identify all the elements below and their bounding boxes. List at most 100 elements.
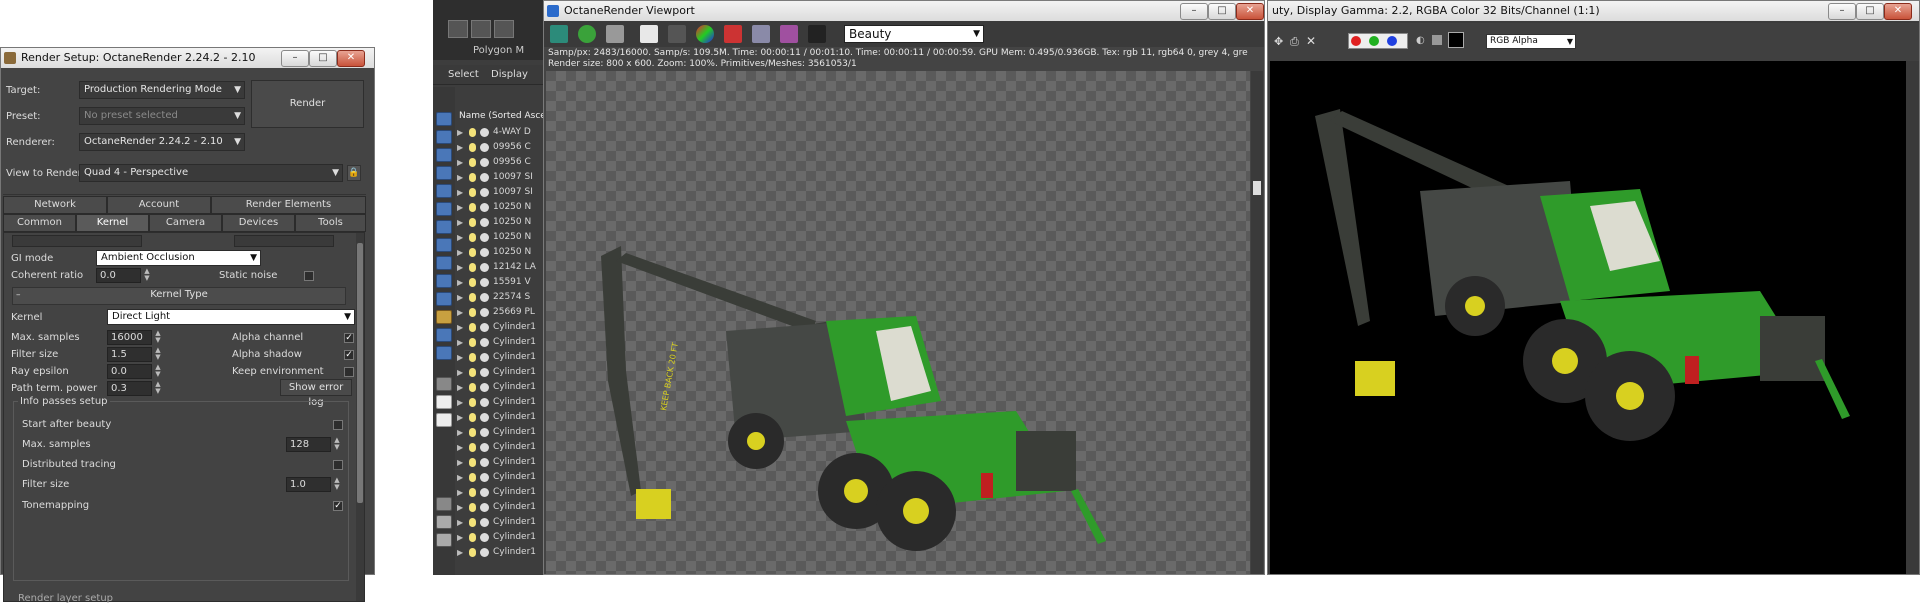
kernel-type-section[interactable]: – Kernel Type (12, 287, 346, 305)
expand-arrow-icon[interactable]: ▶ (457, 260, 463, 275)
lightbulb-icon[interactable] (469, 248, 476, 257)
lightbulb-icon[interactable] (469, 353, 476, 362)
expand-arrow-icon[interactable]: ▶ (457, 530, 463, 545)
swatch-icon[interactable] (1432, 35, 1442, 45)
display-xrefs-icon[interactable] (436, 256, 452, 270)
display-spacewarps-icon[interactable] (436, 220, 452, 234)
lightbulb-icon[interactable] (469, 488, 476, 497)
close-button[interactable]: ✕ (337, 50, 365, 67)
octane-titlebar[interactable]: OctaneRender Viewport (544, 1, 1264, 21)
expand-arrow-icon[interactable]: ▶ (457, 155, 463, 170)
preset-dropdown[interactable]: No preset selected ▼ (79, 107, 245, 125)
expand-arrow-icon[interactable]: ▶ (457, 200, 463, 215)
green-channel-toggle[interactable] (1369, 36, 1379, 46)
monitor-icon[interactable] (752, 25, 770, 43)
layer-icon-2[interactable] (436, 413, 452, 427)
expand-arrow-icon[interactable]: ▶ (457, 350, 463, 365)
expand-arrow-icon[interactable]: ▶ (457, 230, 463, 245)
expand-arrow-icon[interactable]: ▶ (457, 380, 463, 395)
show-error-log-button[interactable]: Show error log (280, 379, 352, 408)
menu-display[interactable]: Display (491, 69, 528, 80)
lightbulb-icon[interactable] (469, 128, 476, 137)
expand-arrow-icon[interactable]: ▶ (457, 320, 463, 335)
lightbulb-icon[interactable] (469, 473, 476, 482)
maximize-button[interactable]: □ (309, 50, 337, 67)
scrollbar-thumb[interactable] (357, 243, 363, 503)
display-frozen-icon[interactable] (436, 310, 452, 324)
expand-arrow-icon[interactable]: ▶ (457, 365, 463, 380)
lightbulb-icon[interactable] (469, 203, 476, 212)
kernel-dropdown[interactable]: Direct Light ▼ (107, 309, 355, 325)
render-pass-dropdown[interactable]: Beauty ▼ (844, 25, 984, 43)
ray-epsilon-input[interactable]: 0.0 (107, 364, 152, 379)
expand-arrow-icon[interactable]: ▶ (457, 455, 463, 470)
close-button[interactable]: ✕ (1236, 3, 1264, 20)
lightbulb-icon[interactable] (469, 458, 476, 467)
tab-render-elements[interactable]: Render Elements (211, 196, 366, 214)
display-helpers-icon[interactable] (436, 202, 452, 216)
alpha-shadow-checkbox[interactable]: ✓ (344, 350, 354, 360)
scrollbar-thumb[interactable] (1253, 181, 1261, 195)
lock-icon[interactable]: 🔒 (347, 165, 361, 181)
target-dropdown[interactable]: Production Rendering Mode ▼ (79, 81, 245, 99)
display-cameras-icon[interactable] (436, 184, 452, 198)
expand-arrow-icon[interactable]: ▶ (457, 245, 463, 260)
lightbulb-icon[interactable] (469, 398, 476, 407)
display-containers-icon[interactable] (436, 292, 452, 306)
start-after-beauty-checkbox[interactable] (333, 420, 343, 430)
lightbulb-icon[interactable] (469, 233, 476, 242)
lightbulb-icon[interactable] (469, 338, 476, 347)
expand-arrow-icon[interactable]: ▶ (457, 500, 463, 515)
panel-scrollbar[interactable] (356, 233, 364, 601)
spinner-arrows-icon[interactable]: ▲ ▼ (333, 477, 341, 492)
layer-icon[interactable] (436, 395, 452, 409)
lightbulb-icon[interactable] (469, 173, 476, 182)
lightbulb-icon[interactable] (469, 443, 476, 452)
tab-kernel[interactable]: Kernel (76, 214, 149, 232)
display-groups-icon[interactable] (436, 238, 452, 252)
pause-icon[interactable] (640, 25, 658, 43)
ribbon-icon[interactable] (494, 20, 514, 38)
tab-common[interactable]: Common (3, 214, 76, 232)
tab-camera[interactable]: Camera (149, 214, 222, 232)
spinner-arrows-icon[interactable]: ▲ ▼ (143, 268, 151, 283)
expand-arrow-icon[interactable]: ▶ (457, 440, 463, 455)
lightbulb-icon[interactable] (469, 533, 476, 542)
lightbulb-icon[interactable] (469, 368, 476, 377)
lightbulb-icon[interactable] (469, 413, 476, 422)
expand-arrow-icon[interactable]: ▶ (457, 410, 463, 425)
color-picker-icon[interactable] (696, 25, 714, 43)
keep-environment-checkbox[interactable] (344, 367, 354, 377)
lightbulb-icon[interactable] (469, 263, 476, 272)
list-icon[interactable] (436, 533, 452, 547)
display-all-icon[interactable] (436, 112, 452, 126)
minimize-button[interactable]: – (1828, 3, 1856, 20)
view-to-render-dropdown[interactable]: Quad 4 - Perspective ▼ (79, 164, 343, 182)
maximize-button[interactable]: □ (1208, 3, 1236, 20)
expand-arrow-icon[interactable]: ▶ (457, 215, 463, 230)
expand-arrow-icon[interactable]: ▶ (457, 185, 463, 200)
expand-arrow-icon[interactable]: ▶ (457, 545, 463, 560)
mono-icon[interactable]: ◐ (1416, 35, 1425, 46)
expand-arrow-icon[interactable]: ▶ (457, 170, 463, 185)
distributed-tracing-checkbox[interactable] (333, 460, 343, 470)
ribbon-icon[interactable] (448, 20, 468, 38)
frame-buffer-canvas[interactable] (1270, 61, 1906, 574)
render-canvas[interactable]: KEEP BACK 20 FT (546, 71, 1250, 574)
path-term-power-input[interactable]: 0.3 (107, 381, 152, 396)
ribbon-icon[interactable] (471, 20, 491, 38)
lightbulb-icon[interactable] (469, 293, 476, 302)
static-noise-checkbox[interactable] (304, 271, 314, 281)
gi-mode-dropdown[interactable]: Ambient Occlusion ▼ (96, 250, 261, 266)
spinner-arrows-icon[interactable]: ▲ ▼ (154, 330, 162, 345)
renderer-dropdown[interactable]: OctaneRender 2.24.2 - 2.10 ▼ (79, 133, 245, 151)
tonemapping-checkbox[interactable]: ✓ (333, 501, 343, 511)
lightbulb-icon[interactable] (469, 188, 476, 197)
lightbulb-icon[interactable] (469, 278, 476, 287)
lightbulb-icon[interactable] (469, 383, 476, 392)
spinner-arrows-icon[interactable]: ▲ ▼ (154, 364, 162, 379)
background-color-swatch[interactable] (1448, 32, 1464, 48)
lightbulb-icon[interactable] (469, 308, 476, 317)
display-lights-icon[interactable] (436, 166, 452, 180)
minimize-button[interactable]: – (281, 50, 309, 67)
